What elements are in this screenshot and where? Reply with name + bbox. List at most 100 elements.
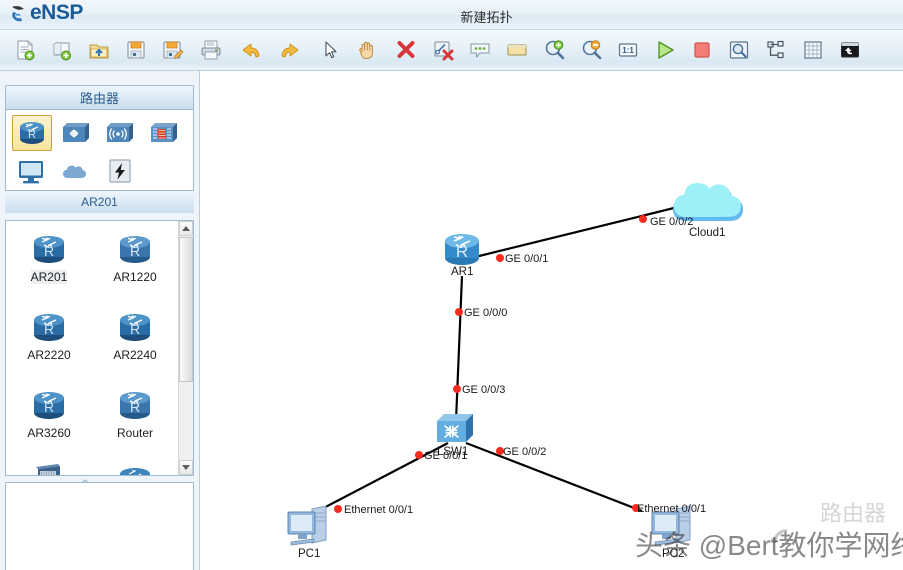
device-type-header: 路由器 <box>6 86 193 110</box>
pan-tool-button[interactable] <box>352 35 382 65</box>
start-devices-button[interactable] <box>650 35 680 65</box>
device-model-detail-panel <box>5 482 194 570</box>
device-list-grid: R AR201 R AR1220 R AR2220 R AR2240 R AR3… <box>6 221 178 475</box>
device-item-ne40e[interactable]: NE40E <box>6 461 92 475</box>
open-folder-button[interactable] <box>84 35 114 65</box>
chassis-router-icon <box>36 464 60 475</box>
port-dot-lsw1-ge003[interactable] <box>453 385 461 393</box>
port-dot-ar1-ge000[interactable] <box>455 308 463 316</box>
router-icon: R <box>34 392 64 419</box>
cli-button[interactable] <box>835 35 865 65</box>
device-type-switch[interactable] <box>56 115 96 151</box>
svg-text:1:1: 1:1 <box>622 46 634 55</box>
firewall-icon <box>151 123 177 142</box>
device-type-cloud[interactable] <box>56 153 96 189</box>
delete-button[interactable] <box>391 35 421 65</box>
actual-size-button[interactable]: 1:1 <box>613 35 643 65</box>
device-type-router[interactable]: R <box>12 115 52 151</box>
redo-button[interactable] <box>274 35 304 65</box>
topology-tree-button[interactable] <box>761 35 791 65</box>
grid-button[interactable] <box>798 35 828 65</box>
port-dot-lsw1-ge001[interactable] <box>415 451 423 459</box>
device-list-scroll-area: R AR201 R AR1220 R AR2220 R AR2240 R AR3… <box>6 221 193 475</box>
wlan-ap-icon <box>107 123 133 142</box>
pc-monitor-icon <box>19 161 43 184</box>
save-as-button[interactable] <box>158 35 188 65</box>
device-type-terminal[interactable] <box>12 153 52 189</box>
device-item-ar2220[interactable]: R AR2220 <box>6 305 92 383</box>
core-router-icon <box>120 468 150 475</box>
zoom-in-button[interactable] <box>539 35 569 65</box>
topology-node-ar1[interactable]: R AR1 <box>438 226 486 278</box>
device-list-panel: R AR201 R AR1220 R AR2220 R AR2240 R AR3… <box>5 220 194 476</box>
topology-node-label: AR1 <box>451 266 474 278</box>
port-dot-cloud1-ge002[interactable] <box>639 215 647 223</box>
switch-icon <box>63 123 89 142</box>
device-item-ar1220[interactable]: R AR1220 <box>92 227 178 305</box>
device-type-wlan[interactable] <box>100 115 140 151</box>
topology-node-pc1[interactable]: PC1 <box>282 503 336 560</box>
undo-button[interactable] <box>237 35 267 65</box>
router-icon: R <box>120 236 150 263</box>
device-type-other[interactable] <box>100 153 140 189</box>
delete-link-button[interactable] <box>428 35 458 65</box>
capture-packet-button[interactable] <box>724 35 754 65</box>
device-item-label: AR2220 <box>27 348 71 362</box>
port-label-pc1-eth: Ethernet 0/0/1 <box>344 504 414 516</box>
device-item-ar201[interactable]: R AR201 <box>6 227 92 305</box>
select-tool-button[interactable] <box>315 35 345 65</box>
topology-node-label: Cloud1 <box>689 227 726 239</box>
svg-text:R: R <box>130 321 140 337</box>
device-item-label: AR3260 <box>27 426 71 440</box>
device-item-label: AR2240 <box>113 348 157 362</box>
device-item-ar3260[interactable]: R AR3260 <box>6 383 92 461</box>
print-button[interactable] <box>196 35 226 65</box>
port-dot-pc1-eth0[interactable] <box>334 505 342 513</box>
zoom-out-button[interactable] <box>576 35 606 65</box>
svg-text:R: R <box>44 243 54 259</box>
router-icon: R <box>120 392 150 419</box>
device-type-grid: R <box>6 110 193 189</box>
topology-link-ar1-cloud1 <box>470 204 683 260</box>
device-item-label: Router <box>116 426 154 440</box>
topology-node-label: PC1 <box>298 548 321 560</box>
device-type-firewall[interactable] <box>144 115 184 151</box>
new-topology-button[interactable] <box>10 35 40 65</box>
device-item-label: AR201 <box>30 270 68 284</box>
add-shape-button[interactable] <box>502 35 532 65</box>
topology-links-layer <box>313 204 683 514</box>
port-label-ar1-ge000: GE 0/0/0 <box>464 307 508 319</box>
chevron-up-icon <box>182 226 190 231</box>
add-note-button[interactable] <box>465 35 495 65</box>
router-icon: R <box>34 314 64 341</box>
scrollbar-thumb[interactable] <box>179 237 193 382</box>
svg-text:R: R <box>44 399 54 415</box>
ensp-application-window: eNSP 新建拓扑 1:1 路由器 R AR201 R AR201 R AR12… <box>0 0 903 570</box>
device-item-ar2240[interactable]: R AR2240 <box>92 305 178 383</box>
port-label-ar1-ge001: GE 0/0/1 <box>505 253 549 265</box>
cloud-icon <box>63 165 86 178</box>
device-item-label: AR1220 <box>113 270 157 284</box>
device-item-router[interactable]: R Router <box>92 383 178 461</box>
router-icon: R <box>120 314 150 341</box>
router-icon: R <box>20 122 44 144</box>
new-device-button[interactable] <box>47 35 77 65</box>
port-label-cloud-ge002: GE 0/0/2 <box>650 216 694 228</box>
svg-text:R: R <box>456 242 468 261</box>
device-model-footer: AR201 <box>5 190 194 213</box>
device-list-scrollbar[interactable] <box>178 221 193 475</box>
scroll-down-button[interactable] <box>179 460 193 475</box>
save-button[interactable] <box>121 35 151 65</box>
svg-text:R: R <box>130 399 140 415</box>
svg-text:R: R <box>130 243 140 259</box>
topology-canvas[interactable]: Cloud1 R AR1 LSW1 PC1 PC2 GE 0/0/1 GE 0/… <box>199 71 903 570</box>
topology-link-lsw1-pc2 <box>465 441 643 513</box>
scroll-up-button[interactable] <box>179 221 193 236</box>
svg-text:R: R <box>28 129 36 141</box>
port-dot-ar1-ge001[interactable] <box>496 254 504 262</box>
stop-devices-button[interactable] <box>687 35 717 65</box>
port-label-pc2-eth: Ethernet 0/0/1 <box>637 503 707 515</box>
topology-node-lsw1[interactable]: LSW1 <box>432 408 480 458</box>
device-item-ne5000e[interactable]: NE5000E <box>92 461 178 475</box>
switch-icon <box>437 414 473 442</box>
